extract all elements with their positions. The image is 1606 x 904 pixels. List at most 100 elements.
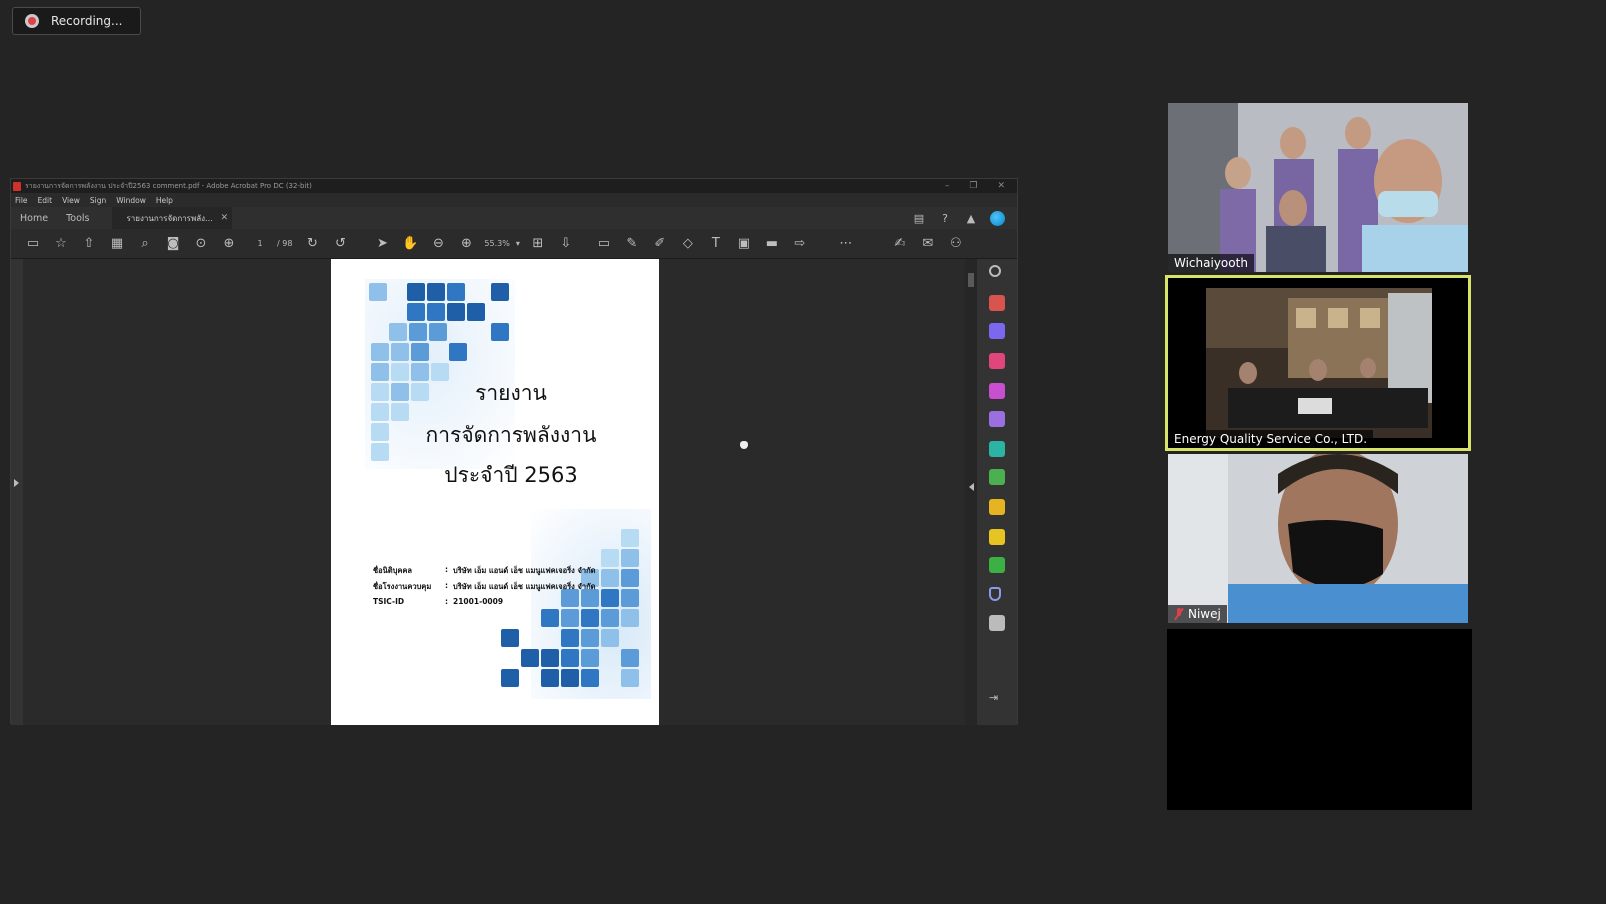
collapse-left-icon[interactable] bbox=[969, 483, 974, 491]
page-number-input[interactable]: 1 bbox=[249, 239, 271, 248]
decor-square bbox=[411, 343, 429, 361]
scan-ocr-icon[interactable] bbox=[989, 469, 1005, 485]
rotate-cw-icon[interactable]: ↻ bbox=[298, 233, 326, 255]
text-icon[interactable]: T bbox=[702, 233, 730, 255]
decor-square bbox=[621, 649, 639, 667]
prev-page-icon[interactable]: ⊙ bbox=[187, 233, 215, 255]
recording-label: Recording... bbox=[51, 14, 123, 28]
strike-icon[interactable]: ▬ bbox=[758, 233, 786, 255]
participant-tile[interactable]: Niwej bbox=[1168, 454, 1468, 623]
zoom-in-icon[interactable]: ⊕ bbox=[452, 233, 480, 255]
participant-tile-active[interactable]: Energy Quality Service Co., LTD. bbox=[1165, 275, 1471, 451]
scroll-mode-icon[interactable]: ⇩ bbox=[552, 233, 580, 255]
decor-square bbox=[501, 629, 519, 647]
bell-icon[interactable]: ▲ bbox=[964, 212, 978, 226]
tab-tools[interactable]: Tools bbox=[57, 213, 98, 224]
pdf-icon bbox=[13, 181, 21, 191]
zoom-out-icon[interactable]: ⊖ bbox=[424, 233, 452, 255]
comment-tool-icon[interactable] bbox=[989, 529, 1005, 545]
share-user-icon[interactable]: ⚇ bbox=[942, 233, 970, 255]
menu-edit[interactable]: Edit bbox=[38, 196, 53, 205]
decor-square bbox=[371, 343, 389, 361]
decor-square bbox=[541, 609, 559, 627]
save-icon[interactable]: ▭ bbox=[19, 233, 47, 255]
menu-file[interactable]: File bbox=[15, 196, 28, 205]
tab-home[interactable]: Home bbox=[11, 213, 57, 224]
next-page-icon[interactable]: ⊕ bbox=[215, 233, 243, 255]
shield-icon[interactable] bbox=[989, 587, 1001, 601]
sign-icon[interactable]: ✍ bbox=[886, 233, 914, 255]
star-icon[interactable]: ☆ bbox=[47, 233, 75, 255]
participant-name: Energy Quality Service Co., LTD. bbox=[1168, 430, 1374, 448]
account-icon[interactable] bbox=[990, 211, 1005, 226]
menu-help[interactable]: Help bbox=[156, 196, 173, 205]
menu-view[interactable]: View bbox=[62, 196, 80, 205]
zoom-tool-icon[interactable] bbox=[989, 265, 1001, 277]
search-icon[interactable]: ⌕ bbox=[131, 233, 159, 255]
participant-name-text: Niwej bbox=[1188, 607, 1221, 621]
rotate-ccw-icon[interactable]: ↺ bbox=[326, 233, 354, 255]
vertical-scrollbar[interactable] bbox=[965, 259, 977, 725]
arrow-icon[interactable]: ⇨ bbox=[786, 233, 814, 255]
text-box-icon[interactable]: ▣ bbox=[730, 233, 758, 255]
info-row: ชื่อนิติบุคคล : บริษัท เอ็ม แอนด์ เอ็ช แ… bbox=[373, 565, 595, 577]
collapse-pane-icon[interactable]: ⇥ bbox=[989, 691, 1005, 707]
protect-icon[interactable] bbox=[989, 499, 1005, 515]
decor-square bbox=[501, 669, 519, 687]
comment-icon[interactable]: ▭ bbox=[590, 233, 618, 255]
fill-sign-icon[interactable] bbox=[989, 411, 1005, 427]
participant-tile[interactable]: Wichaiyooth bbox=[1168, 103, 1468, 272]
close-icon[interactable]: ✕ bbox=[997, 181, 1005, 191]
hand-cursor-icon bbox=[740, 441, 748, 449]
print-icon[interactable]: ▦ bbox=[103, 233, 131, 255]
help-icon[interactable]: ? bbox=[938, 212, 952, 226]
restore-icon[interactable]: ❐ bbox=[969, 181, 977, 191]
tools-pane: ⇥ bbox=[977, 259, 1017, 725]
decor-square bbox=[391, 343, 409, 361]
participant-video bbox=[1168, 454, 1468, 623]
recording-indicator[interactable]: Recording... bbox=[12, 7, 141, 35]
document-tab[interactable]: รายงานการจัดการพลัง... ✕ bbox=[112, 207, 233, 229]
decor-square bbox=[601, 549, 619, 567]
upload-icon[interactable]: ⇧ bbox=[75, 233, 103, 255]
mic-muted-icon bbox=[1174, 608, 1184, 620]
menu-sign[interactable]: Sign bbox=[90, 196, 106, 205]
pdf-page[interactable]: รายงาน การจัดการพลังงาน ประจำปี 2563 ชื่… bbox=[331, 259, 659, 725]
highlight-icon[interactable]: ✎ bbox=[618, 233, 646, 255]
hand-tool-icon[interactable]: ✋ bbox=[396, 233, 424, 255]
fit-page-icon[interactable]: ⊞ bbox=[524, 233, 552, 255]
export-pdf-icon[interactable] bbox=[989, 383, 1005, 399]
zoom-value: 55.3% bbox=[484, 239, 510, 248]
print-production-icon[interactable] bbox=[989, 557, 1005, 573]
participant-tile-empty[interactable] bbox=[1167, 629, 1472, 810]
decor-square bbox=[371, 403, 389, 421]
select-tool-icon[interactable]: ➤ bbox=[368, 233, 396, 255]
organize-pages-icon[interactable] bbox=[989, 353, 1005, 369]
decor-square bbox=[371, 383, 389, 401]
snapshot-icon[interactable]: ◙ bbox=[159, 233, 187, 255]
eraser-icon[interactable]: ◇ bbox=[674, 233, 702, 255]
minimize-icon[interactable]: – bbox=[945, 181, 950, 191]
document-title-line2: การจัดการพลังงาน bbox=[425, 423, 597, 447]
decor-square bbox=[601, 629, 619, 647]
draw-icon[interactable]: ✐ bbox=[646, 233, 674, 255]
left-panel-toggle[interactable] bbox=[11, 259, 23, 725]
wrench-icon[interactable] bbox=[989, 615, 1005, 631]
more-icon[interactable]: ⋯ bbox=[832, 233, 860, 255]
combine-files-icon[interactable] bbox=[989, 323, 1005, 339]
chat-icon[interactable]: ▤ bbox=[912, 212, 926, 226]
edit-pdf-icon[interactable] bbox=[989, 441, 1005, 457]
zoom-select[interactable]: 55.3% ▾ bbox=[484, 239, 519, 248]
decor-square bbox=[449, 343, 467, 361]
scroll-thumb[interactable] bbox=[968, 273, 974, 287]
create-pdf-icon[interactable] bbox=[989, 295, 1005, 311]
info-sep: : bbox=[445, 597, 448, 606]
info-value: บริษัท เอ็ม แอนด์ เอ็ช แมนูแฟคเจอริ่ง จำ… bbox=[453, 582, 596, 591]
close-tab-icon[interactable]: ✕ bbox=[221, 213, 229, 223]
info-sep: : bbox=[445, 565, 448, 574]
decor-square bbox=[601, 589, 619, 607]
email-icon[interactable]: ✉ bbox=[914, 233, 942, 255]
record-icon bbox=[25, 14, 39, 28]
menu-window[interactable]: Window bbox=[116, 196, 146, 205]
decor-square bbox=[621, 549, 639, 567]
